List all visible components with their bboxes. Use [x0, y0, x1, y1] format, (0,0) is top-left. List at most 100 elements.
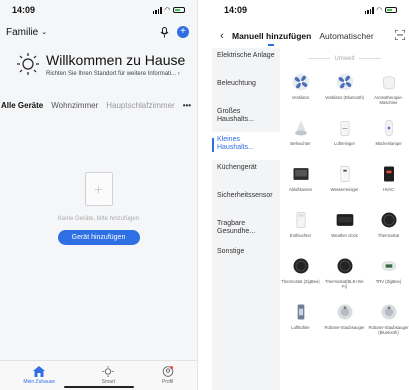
device-tile[interactable]: Entfeuchter [279, 208, 322, 254]
category-item[interactable]: Elektrische Anlage [212, 48, 280, 76]
device-tile[interactable]: Roboter-Staubsauger (Bluetooth) [367, 300, 409, 346]
device-tile[interactable]: Luftreiniger [323, 116, 366, 162]
scan-icon[interactable] [395, 30, 405, 40]
robot-icon [332, 300, 358, 324]
room-tabs: Alle Geräte Wohnzimmer Hauptschlafzimmer… [0, 98, 197, 112]
device-name: HVAC [382, 187, 395, 192]
nav-smart[interactable]: Smart [102, 366, 115, 385]
tab-manual-add[interactable]: Manuell hinzufügen [232, 31, 311, 46]
home-header: Familie ⌄ + [6, 26, 189, 38]
category-item[interactable]: Sicherheitssensor [212, 188, 280, 216]
category-item[interactable]: Sonstige [212, 244, 280, 272]
device-tile[interactable]: Thermostat (ZigBee) [279, 254, 322, 300]
device-tile[interactable]: Abluftkanten [279, 162, 322, 208]
cooler-icon [288, 300, 314, 324]
nav-profile[interactable]: Profil [162, 366, 174, 385]
humidifier-icon [288, 116, 314, 140]
device-tile[interactable]: Weather clock [323, 208, 366, 254]
section-label: Umwelt [280, 56, 409, 62]
home-selector[interactable]: Familie ⌄ [6, 27, 47, 38]
status-time: 14:09 [224, 5, 248, 15]
thermostat-icon [332, 254, 358, 278]
category-item[interactable]: Großes Haushalts... [212, 104, 280, 132]
device-tile[interactable]: Thermostat [367, 208, 409, 254]
device-tile[interactable]: Befeuchter [279, 116, 322, 162]
microphone-icon[interactable] [160, 26, 169, 38]
add-device-button[interactable]: Gerät hinzufügen [57, 230, 140, 245]
robot-icon [376, 300, 402, 324]
device-name: Thermostat [377, 233, 400, 238]
add-icon[interactable]: + [177, 26, 189, 38]
separator [198, 0, 212, 390]
status-bar: 14:09 ◠ [212, 0, 409, 20]
device-grid-area: Umwelt Ventilator Ventilator (Bluetooth) A… [280, 48, 409, 390]
category-item-active[interactable]: Kleines Haushalts... [212, 132, 280, 160]
device-tile[interactable]: Ventilator [279, 70, 322, 116]
device-tile[interactable]: Wasserreiniger [323, 162, 366, 208]
category-item[interactable]: Tragbare Gesundhe... [212, 216, 280, 244]
lamp-icon [376, 116, 402, 140]
more-icon[interactable]: ••• [183, 101, 197, 110]
category-list: Elektrische Anlage Beleuchtung Großes Ha… [212, 48, 280, 390]
clock-icon [332, 208, 358, 232]
wifi-icon: ◠ [164, 7, 170, 14]
device-tile[interactable]: HVAC [367, 162, 409, 208]
empty-state: + Keine Geräte, bitte hinzufügen Gerät h… [0, 172, 197, 245]
tab-automatic[interactable]: Automatischer [319, 31, 373, 41]
battery-icon [173, 7, 185, 13]
dehumidifier-icon [288, 208, 314, 232]
status-icons: ◠ [152, 6, 185, 14]
status-bar: 14:09 ◠ [0, 0, 197, 20]
trv-icon [376, 254, 402, 278]
device-tile[interactable]: Thermostat(BLE+Wi-Fi) [323, 254, 366, 300]
signal-icon [364, 6, 374, 14]
thermostat-icon [288, 254, 314, 278]
device-name: Weather clock [331, 233, 358, 238]
device-tile[interactable]: Mückenlampe [367, 116, 409, 162]
device-grid: Ventilator Ventilator (Bluetooth) Aromathe… [280, 70, 409, 346]
back-icon[interactable]: ‹ [212, 30, 232, 42]
device-name: Roboter-Staubsauger [324, 325, 365, 330]
category-item[interactable]: Küchengerät [212, 160, 280, 188]
device-name: Abluftkanten [288, 187, 313, 192]
add-device-screen: 14:09 ◠ ‹ Manuell hinzufügen Automatisch… [212, 0, 409, 390]
device-name: TRV (ZigBee) [375, 279, 402, 284]
aroma-icon [376, 70, 402, 94]
device-name: Befeuchter [290, 141, 311, 146]
battery-icon [385, 7, 397, 13]
device-name: Aromatherapie-Maschine [374, 95, 403, 105]
status-icons: ◠ [364, 6, 397, 14]
home-indicator [64, 386, 134, 388]
add-mode-tabs: ‹ Manuell hinzufügen Automatischer [212, 28, 409, 46]
device-name: Ventilator [291, 95, 310, 100]
welcome-banner[interactable]: Willkommen zu Hause Richten Sie Ihren St… [16, 52, 191, 77]
nav-home[interactable]: Mein Zuhause [23, 366, 55, 385]
device-tile[interactable]: Aromatherapie-Maschine [367, 70, 409, 116]
device-name: Thermostat (ZigBee) [281, 279, 320, 284]
device-tile[interactable]: Ventilator (Bluetooth) [323, 70, 366, 116]
profile-icon [162, 366, 173, 377]
device-name: Entfeuchter [289, 233, 312, 238]
category-item[interactable]: Beleuchtung [212, 76, 280, 104]
device-name: Mückenlampe [375, 141, 402, 146]
home-icon [33, 366, 46, 377]
tab-master-bedroom[interactable]: Hauptschlafzimmer [106, 101, 174, 110]
home-name: Familie [6, 26, 39, 38]
status-time: 14:09 [12, 5, 36, 15]
empty-text: Keine Geräte, bitte hinzufügen [57, 216, 140, 222]
tab-living-room[interactable]: Wohnzimmer [51, 101, 98, 110]
tab-all-devices[interactable]: Alle Geräte [1, 101, 43, 110]
thermostat-icon [376, 208, 402, 232]
welcome-subtitle: Richten Sie Ihren Standort für weitere I… [46, 71, 180, 77]
device-name: Thermostat(BLE+Wi-Fi) [324, 279, 365, 289]
device-tile[interactable]: Luftkühler [279, 300, 322, 346]
wifi-icon: ◠ [376, 7, 382, 14]
home-screen: 14:09 ◠ Familie ⌄ + Willkommen zu Hause … [0, 0, 198, 390]
signal-icon [152, 6, 162, 14]
smart-sun-icon [102, 366, 114, 377]
device-tile[interactable]: Roboter-Staubsauger [323, 300, 366, 346]
chevron-down-icon: ⌄ [41, 29, 48, 36]
device-tile[interactable]: TRV (ZigBee) [367, 254, 409, 300]
empty-document-icon: + [84, 172, 113, 206]
purifier-icon [332, 116, 358, 140]
